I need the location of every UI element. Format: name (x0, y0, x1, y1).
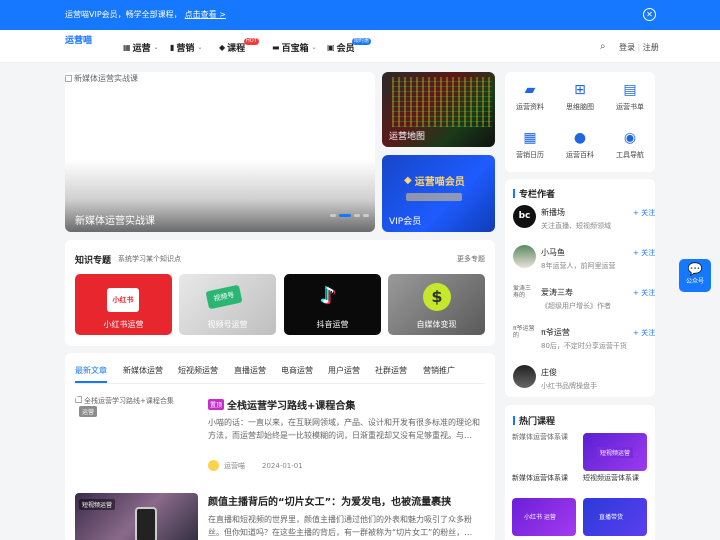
author-item[interactable]: 小马鱼 8年运营人，前阿里运营 + 关注 (513, 245, 655, 279)
register-link[interactable]: 注册 (643, 43, 659, 52)
authors-panel: 专栏作者 bc 新播场 关注直播、短视频领域 + 关注 小马鱼 8年运营人，前阿… (505, 179, 655, 397)
tab-short-video[interactable]: 短视频运营 (178, 365, 218, 376)
article-meta: 运营喵 2024-01-01 (208, 460, 303, 471)
broken-image-icon (75, 396, 82, 403)
hero-carousel[interactable]: 新媒体运营实战课 新媒体运营实战课 (65, 72, 375, 232)
courses-panel: 热门课程 新媒体运营体系课 新媒体运营体系课 短视频运营 短视频运营体系课 小红… (505, 405, 655, 540)
search-icon[interactable]: ⌕ (600, 41, 606, 52)
vip-icon: ▣ (327, 43, 335, 52)
topic-xiaohongshu[interactable]: 小红书 小红书运营 (75, 274, 172, 335)
compass-icon: ◉ (623, 130, 637, 146)
courses-heading: 热门课程 (513, 414, 555, 427)
header (0, 30, 720, 63)
tool-calendar[interactable]: ▦ 营销日历 (506, 130, 554, 160)
tool-booklist[interactable]: ▤ 运营书单 (606, 82, 654, 112)
avatar (208, 460, 219, 471)
topic-channels[interactable]: 视频号 视频号运营 (179, 274, 276, 335)
douyin-logo-icon: ♪ (321, 284, 336, 309)
nav-vip[interactable]: ▣ 会员 (327, 41, 355, 54)
tab-new-media[interactable]: 新媒体运营 (123, 365, 163, 376)
tab-live[interactable]: 直播运营 (234, 365, 266, 376)
promo-map[interactable]: 运营地图 (382, 72, 495, 147)
bar-chart-icon: ▮ (170, 43, 175, 52)
follow-button[interactable]: + 关注 (633, 248, 655, 258)
author-item[interactable]: 庄俊 小红书品牌操盘手 (513, 365, 653, 399)
login-link[interactable]: 登录 (619, 43, 635, 52)
logo[interactable]: 运营喵 (65, 36, 107, 58)
author-item[interactable]: π爷运营的 π爷运营 80后，不定时分享运营干货 + 关注 (513, 325, 655, 359)
follow-button[interactable]: + 关注 (633, 288, 655, 298)
hero-caption: 新媒体运营实战课 (75, 216, 155, 227)
tab-latest[interactable]: 最新文章 (75, 365, 107, 376)
article-summary: 在直播和短视频的世界里，颜值主播们通过他们的外表和魅力吸引了众多粉丝。但你知道吗… (208, 515, 473, 537)
map-art (392, 77, 492, 127)
author-item[interactable]: 爱涛三寿的 爱涛三寿 《超级用户增长》作者 + 关注 (513, 285, 655, 319)
active-tab-indicator (75, 381, 107, 383)
article-thumbnail[interactable]: 全栈运营学习路线+课程合集 运营 (75, 396, 198, 476)
tools-panel: ▰ 运营资料 ⊞ 思维脑图 ▤ 运营书单 ▦ 营销日历 ● 运营百科 ◉ 工具导航 (505, 72, 655, 172)
hot-badge: HOT (244, 38, 259, 45)
tool-wiki[interactable]: ● 运营百科 (556, 130, 604, 160)
avatar: bc (513, 205, 536, 228)
tab-promotion[interactable]: 营销推广 (423, 365, 455, 376)
carousel-dots[interactable] (330, 214, 369, 217)
calendar-icon: ▦ (123, 43, 131, 52)
nav-marketing[interactable]: ▮ 营销 ⌄ (170, 41, 202, 54)
article-thumbnail[interactable]: 短视频运营 (75, 493, 198, 540)
more-topics-link[interactable]: 更多专题 (457, 254, 485, 264)
banner-text: 运营喵VIP会员，畅学全部课程， 点击查看 > (65, 10, 226, 19)
banner-link[interactable]: 点击查看 > (185, 10, 226, 19)
article-summary: 小喵的话：一直以来，在互联网领域，产品、设计和开发有很多标准的理论和方法，而运营… (208, 418, 480, 440)
folder-icon: ▰ (524, 82, 536, 98)
graduation-cap-icon: ◆ (219, 43, 226, 52)
author-item[interactable]: bc 新播场 关注直播、短视频领域 + 关注 (513, 205, 655, 239)
question-icon: ● (573, 130, 587, 146)
diamond-icon: ◆ (404, 175, 412, 186)
tab-ecommerce[interactable]: 电商运营 (281, 365, 313, 376)
tool-materials[interactable]: ▰ 运营资料 (506, 82, 554, 112)
tool-mindmap[interactable]: ⊞ 思维脑图 (556, 82, 604, 112)
authors-heading: 专栏作者 (513, 187, 555, 200)
calendar-icon: ▦ (523, 130, 537, 146)
nav-courses[interactable]: ◆ 课程 (219, 41, 245, 54)
topic-douyin[interactable]: ♪ 抖音运营 (284, 274, 381, 335)
tab-community[interactable]: 社群运营 (375, 365, 407, 376)
course-card[interactable]: 短视频运营 短视频运营体系课 (583, 433, 647, 482)
tab-users[interactable]: 用户运营 (328, 365, 360, 376)
article-title[interactable]: 颜值主播背后的“切片女工”：为爱发电，也被流量裹挟 (208, 493, 451, 508)
nav-operations[interactable]: ▦ 运营 ⌄ (123, 41, 159, 54)
broken-image-icon (65, 75, 72, 82)
avatar: 爱涛三寿的 (513, 285, 536, 308)
wechat-icon: 💬 (687, 262, 703, 276)
follow-button[interactable]: + 关注 (633, 328, 655, 338)
promo-vip[interactable]: ◆ 运营喵会员 VIP会员 (382, 155, 495, 232)
knowledge-title: 知识专题 (75, 256, 112, 266)
vip-subtitle-bar (406, 193, 462, 201)
nav-toolbox[interactable]: ▬ 百宝箱 ⌄ (272, 41, 317, 54)
toolbox-icon: ▬ (272, 43, 280, 52)
vip-title: ◆ 运营喵会员 (404, 175, 465, 188)
avatar (513, 245, 536, 268)
book-icon: ▤ (623, 82, 637, 98)
phone-illustration (135, 507, 157, 540)
course-card[interactable]: 新媒体运营体系课 新媒体运营体系课 (512, 433, 576, 482)
tool-navigation[interactable]: ◉ 工具导航 (606, 130, 654, 160)
promo-badge: 限时惠 (352, 38, 372, 45)
avatar (513, 365, 536, 388)
course-card[interactable]: 小红书 运营 (512, 498, 576, 536)
auth-links: 登录 | 注册 (619, 43, 659, 52)
articles-section: 最新文章 新媒体运营 短视频运营 直播运营 电商运营 用户运营 社群运营 营销推… (65, 353, 495, 540)
top-banner: 运营喵VIP会员，畅学全部课程， 点击查看 > ✕ (0, 0, 720, 30)
topic-monetization[interactable]: $ 自媒体变现 (388, 274, 485, 335)
follow-button[interactable]: + 关注 (633, 208, 655, 218)
course-card[interactable]: 直播带货 (583, 498, 647, 536)
pinned-badge: 置顶 (208, 399, 225, 410)
close-icon[interactable]: ✕ (643, 8, 656, 21)
hero-image-alt: 新媒体运营实战课 (65, 73, 138, 84)
avatar: π爷运营的 (513, 325, 536, 348)
knowledge-section: 知识专题 系统学习某个知识点 更多专题 小红书 小红书运营 视频号 视频号运营 … (65, 240, 495, 346)
wechat-float-button[interactable]: 💬 公众号 (679, 259, 711, 292)
mindmap-icon: ⊞ (574, 82, 586, 98)
article-title[interactable]: 置顶 全栈运营学习路线+课程合集 (208, 397, 355, 412)
